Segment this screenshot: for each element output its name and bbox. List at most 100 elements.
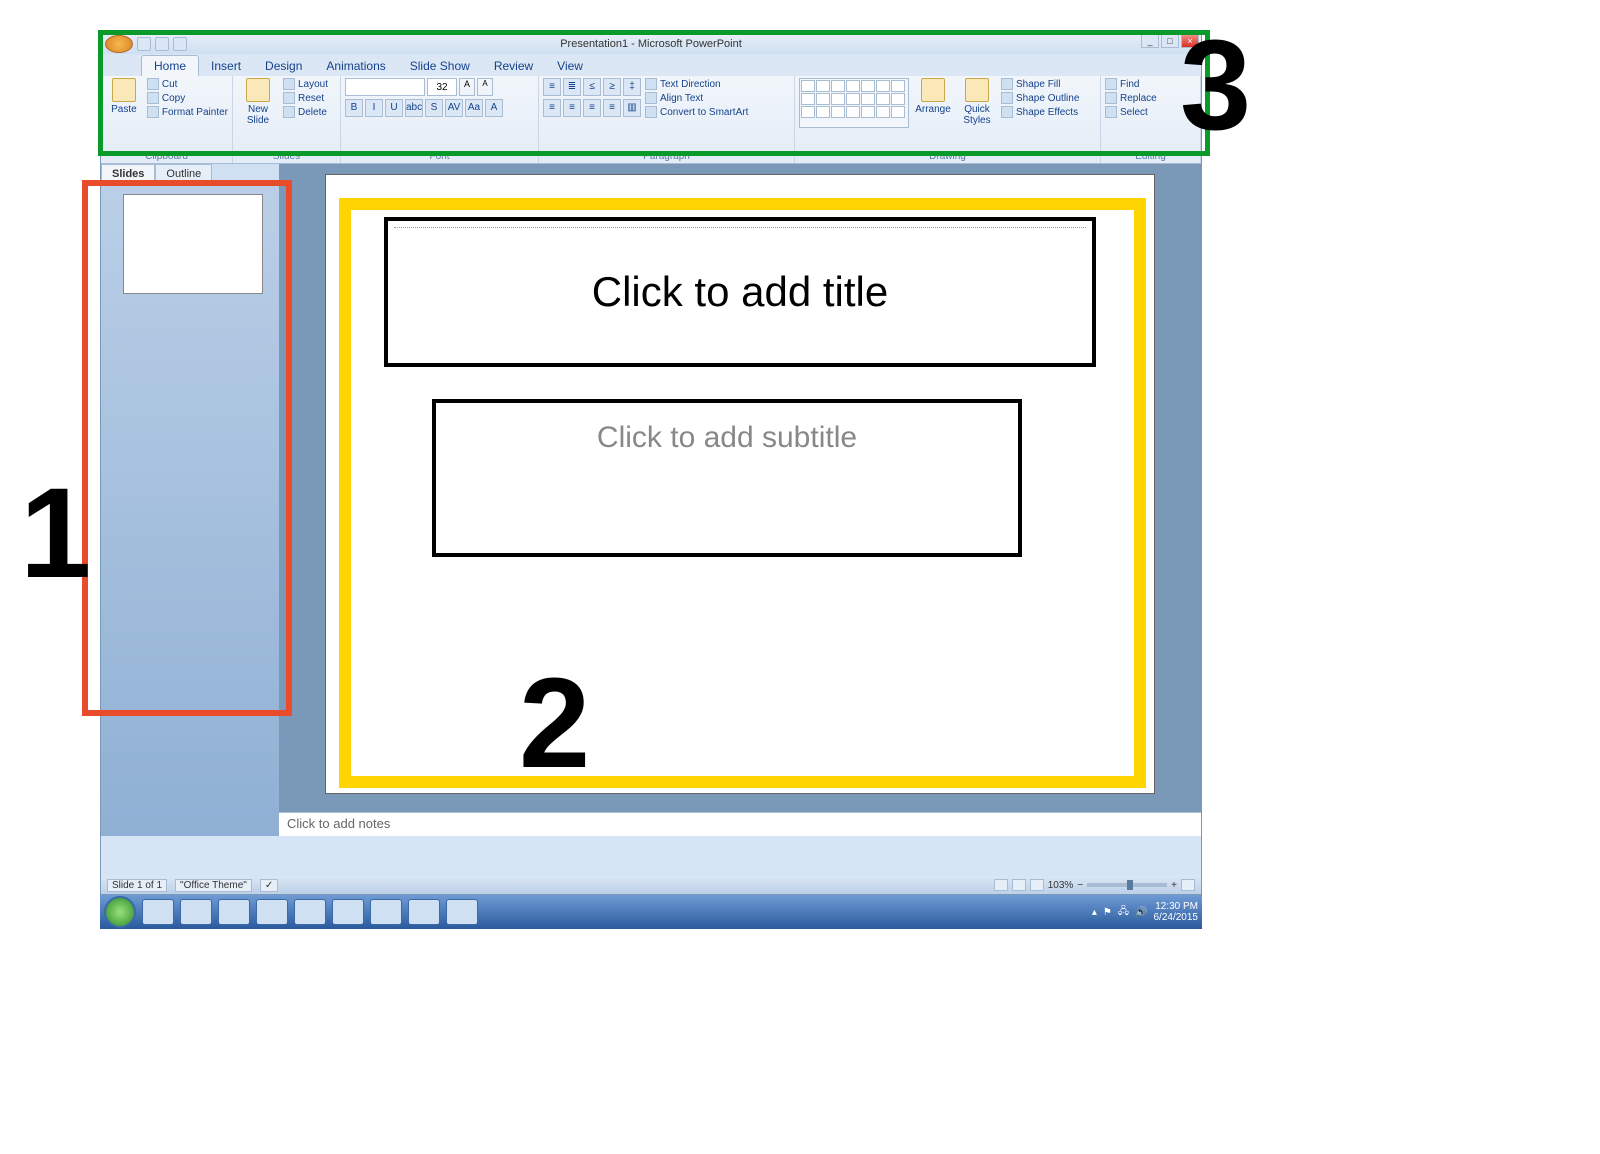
view-slideshow-icon[interactable] <box>1030 879 1044 891</box>
find-button[interactable]: Find <box>1105 78 1157 90</box>
tab-design[interactable]: Design <box>253 56 314 76</box>
tab-insert[interactable]: Insert <box>199 56 253 76</box>
view-sorter-icon[interactable] <box>1012 879 1026 891</box>
taskbar-app-icon[interactable] <box>446 899 478 925</box>
subtitle-placeholder[interactable]: Click to add subtitle <box>432 399 1022 557</box>
arrange-icon <box>921 78 945 102</box>
qat-save-icon[interactable] <box>137 37 151 51</box>
taskbar-winrar-icon[interactable] <box>408 899 440 925</box>
group-paragraph: ≡ ≣ ≤ ≥ ‡ ≡ ≡ ≡ ≡ ▥ Text Direct <box>539 76 795 163</box>
taskbar-mediaplayer-icon[interactable] <box>218 899 250 925</box>
zoom-out-button[interactable]: − <box>1077 880 1083 891</box>
tab-home[interactable]: Home <box>141 55 199 76</box>
align-right-icon[interactable]: ≡ <box>583 99 601 117</box>
spellcheck-icon[interactable]: ✓ <box>260 879 278 892</box>
shapes-gallery[interactable] <box>799 78 909 128</box>
strike-button[interactable]: abc <box>405 99 423 117</box>
quick-access-toolbar <box>105 34 187 54</box>
title-placeholder[interactable]: Click to add title <box>384 217 1096 367</box>
cut-button[interactable]: Cut <box>147 78 228 90</box>
paste-icon <box>112 78 136 102</box>
group-label: Slides <box>237 150 336 163</box>
shrink-font-icon[interactable]: A <box>477 78 493 96</box>
taskbar-chrome-icon[interactable] <box>294 899 326 925</box>
ribbon-tabstrip: Home Insert Design Animations Slide Show… <box>101 54 1201 76</box>
columns-icon[interactable]: ▥ <box>623 99 641 117</box>
grow-font-icon[interactable]: A <box>459 78 475 96</box>
decrease-indent-icon[interactable]: ≤ <box>583 78 601 96</box>
taskbar-word-icon[interactable] <box>370 899 402 925</box>
reset-button[interactable]: Reset <box>283 92 328 104</box>
minimize-button[interactable]: _ <box>1141 34 1159 48</box>
font-size-input[interactable] <box>427 78 457 96</box>
delete-button[interactable]: Delete <box>283 106 328 118</box>
italic-button[interactable]: I <box>365 99 383 117</box>
format-painter-button[interactable]: Format Painter <box>147 106 228 118</box>
numbering-icon[interactable]: ≣ <box>563 78 581 96</box>
tab-review[interactable]: Review <box>482 56 545 76</box>
copy-button[interactable]: Copy <box>147 92 228 104</box>
shadow-button[interactable]: S <box>425 99 443 117</box>
shape-fill-button[interactable]: Shape Fill <box>1001 78 1079 90</box>
convert-smartart-button[interactable]: Convert to SmartArt <box>645 106 748 118</box>
bold-button[interactable]: B <box>345 99 363 117</box>
zoom-slider[interactable] <box>1087 883 1167 887</box>
start-button[interactable] <box>104 896 136 928</box>
taskbar-explorer-icon[interactable] <box>180 899 212 925</box>
tab-slideshow[interactable]: Slide Show <box>398 56 482 76</box>
select-button[interactable]: Select <box>1105 106 1157 118</box>
side-tab-slides[interactable]: Slides <box>101 164 155 186</box>
justify-icon[interactable]: ≡ <box>603 99 621 117</box>
quick-styles-button[interactable]: Quick Styles <box>957 78 997 126</box>
text-direction-button[interactable]: Text Direction <box>645 78 748 90</box>
tab-animations[interactable]: Animations <box>314 56 397 76</box>
shape-outline-button[interactable]: Shape Outline <box>1001 92 1079 104</box>
change-case-button[interactable]: Aa <box>465 99 483 117</box>
qat-undo-icon[interactable] <box>155 37 169 51</box>
bullets-icon[interactable]: ≡ <box>543 78 561 96</box>
taskbar-ie-icon[interactable] <box>142 899 174 925</box>
char-spacing-button[interactable]: AV <box>445 99 463 117</box>
layout-icon <box>283 78 295 90</box>
paste-button[interactable]: Paste <box>105 78 143 115</box>
tray-network-icon[interactable]: 🖧 <box>1118 904 1129 921</box>
font-color-button[interactable]: A <box>485 99 503 117</box>
office-button[interactable] <box>105 35 133 53</box>
taskbar-firefox-icon[interactable] <box>256 899 288 925</box>
increase-indent-icon[interactable]: ≥ <box>603 78 621 96</box>
shape-effects-button[interactable]: Shape Effects <box>1001 106 1079 118</box>
line-spacing-icon[interactable]: ‡ <box>623 78 641 96</box>
reset-icon <box>283 92 295 104</box>
slide-thumbnail-1[interactable] <box>123 194 263 294</box>
tray-volume-icon[interactable]: 🔊 <box>1135 907 1147 918</box>
tray-up-icon[interactable]: ▴ <box>1092 907 1097 918</box>
tray-flag-icon[interactable]: ⚑ <box>1103 907 1112 918</box>
maximize-button[interactable]: □ <box>1161 34 1179 48</box>
taskbar-powerpoint-icon[interactable] <box>332 899 364 925</box>
align-left-icon[interactable]: ≡ <box>543 99 561 117</box>
new-slide-button[interactable]: New Slide <box>237 78 279 126</box>
font-name-input[interactable] <box>345 78 425 96</box>
group-label: Clipboard <box>105 150 228 163</box>
side-tab-outline[interactable]: Outline <box>155 164 212 186</box>
qat-redo-icon[interactable] <box>173 37 187 51</box>
notes-pane[interactable]: Click to add notes <box>279 812 1201 836</box>
replace-button[interactable]: Replace <box>1105 92 1157 104</box>
arrange-button[interactable]: Arrange <box>913 78 953 115</box>
fit-to-window-icon[interactable] <box>1181 879 1195 891</box>
side-tabs: Slides Outline <box>101 164 279 186</box>
select-icon <box>1105 106 1117 118</box>
zoom-in-button[interactable]: + <box>1171 880 1177 891</box>
layout-button[interactable]: Layout <box>283 78 328 90</box>
align-text-button[interactable]: Align Text <box>645 92 748 104</box>
tray-clock[interactable]: 12:30 PM 6/24/2015 <box>1154 901 1199 923</box>
format-painter-icon <box>147 106 159 118</box>
align-center-icon[interactable]: ≡ <box>563 99 581 117</box>
window-title: Presentation1 - Microsoft PowerPoint <box>560 38 742 50</box>
shape-fill-icon <box>1001 78 1013 90</box>
annotation-number-1: 1 <box>20 460 91 607</box>
view-normal-icon[interactable] <box>994 879 1008 891</box>
slide-canvas[interactable]: Click to add title Click to add subtitle <box>325 174 1155 794</box>
underline-button[interactable]: U <box>385 99 403 117</box>
tab-view[interactable]: View <box>545 56 595 76</box>
